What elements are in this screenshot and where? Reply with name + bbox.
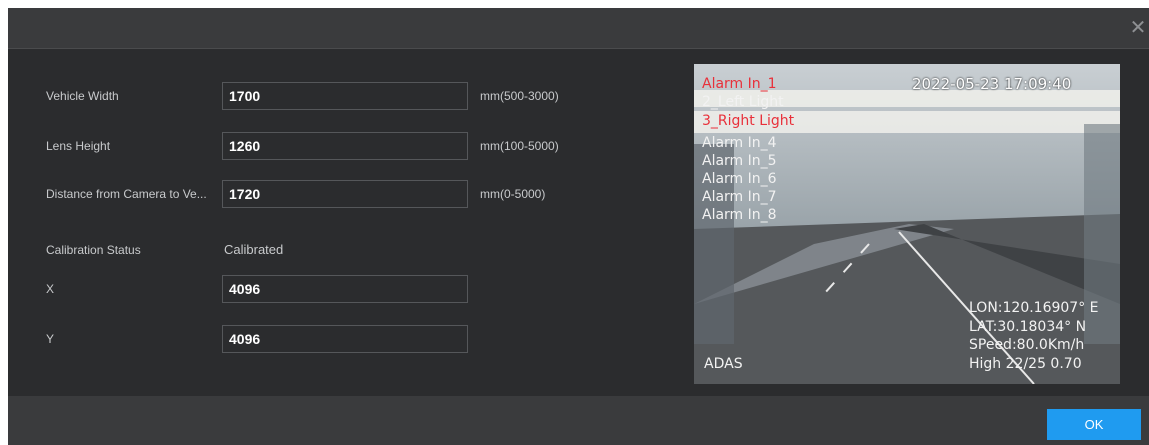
- calibration-form: Vehicle Width mm(500-3000) Lens Height m…: [8, 48, 688, 378]
- lon-readout: LON:120.16907° E: [969, 300, 1099, 316]
- alarm-in-1: Alarm In_1: [702, 76, 777, 92]
- lens-height-unit: mm(100-5000): [480, 139, 559, 153]
- y-input[interactable]: [222, 325, 468, 353]
- high-readout: High 22/25 0.70: [969, 356, 1082, 372]
- vehicle-width-label: Vehicle Width: [46, 89, 119, 103]
- alarm-right-light: 3_Right Light: [702, 113, 795, 129]
- alarm-in-5: Alarm In_5: [702, 153, 777, 169]
- vehicle-width-unit: mm(500-3000): [480, 89, 559, 103]
- alarm-left-light: 2_Left Light: [702, 94, 784, 110]
- vehicle-width-row: Vehicle Width mm(500-3000): [8, 82, 688, 112]
- alarm-in-6: Alarm In_6: [702, 171, 777, 187]
- lat-readout: LAT:30.18034° N: [969, 319, 1087, 335]
- ok-button[interactable]: OK: [1047, 409, 1141, 440]
- distance-input[interactable]: [222, 180, 468, 208]
- calibration-status-label: Calibration Status: [46, 243, 141, 257]
- lens-height-row: Lens Height mm(100-5000): [8, 132, 688, 162]
- timestamp: 2022-05-23 17:09:40: [912, 75, 1072, 93]
- lens-height-input[interactable]: [222, 132, 468, 160]
- y-label: Y: [46, 332, 55, 346]
- calibration-status-value: Calibrated: [224, 242, 284, 257]
- distance-unit: mm(0-5000): [480, 187, 546, 201]
- x-row: X: [8, 275, 688, 305]
- dialog-header: ✕: [8, 8, 1149, 49]
- adas-calibration-dialog: ✕ Vehicle Width mm(500-3000) Lens Height…: [8, 8, 1149, 445]
- vehicle-width-input[interactable]: [222, 82, 468, 110]
- distance-row: Distance from Camera to Ve... mm(0-5000): [8, 180, 688, 210]
- close-icon[interactable]: ✕: [1127, 16, 1149, 40]
- alarm-in-4: Alarm In_4: [702, 135, 777, 151]
- road-scene: [694, 124, 1120, 384]
- adas-label: ADAS: [704, 356, 743, 372]
- camera-preview[interactable]: Alarm In_1 2_Left Light 3_Right Light Al…: [694, 64, 1120, 384]
- lens-height-label: Lens Height: [46, 139, 111, 153]
- dialog-footer: [8, 396, 1149, 445]
- distance-label: Distance from Camera to Ve...: [46, 187, 207, 201]
- alarm-in-8: Alarm In_8: [702, 207, 777, 223]
- calibration-status-row: Calibration Status Calibrated: [8, 236, 688, 266]
- speed-readout: SPeed:80.0Km/h: [969, 337, 1085, 353]
- alarm-in-7: Alarm In_7: [702, 189, 777, 205]
- x-label: X: [46, 282, 55, 296]
- x-input[interactable]: [222, 275, 468, 303]
- y-row: Y: [8, 325, 688, 355]
